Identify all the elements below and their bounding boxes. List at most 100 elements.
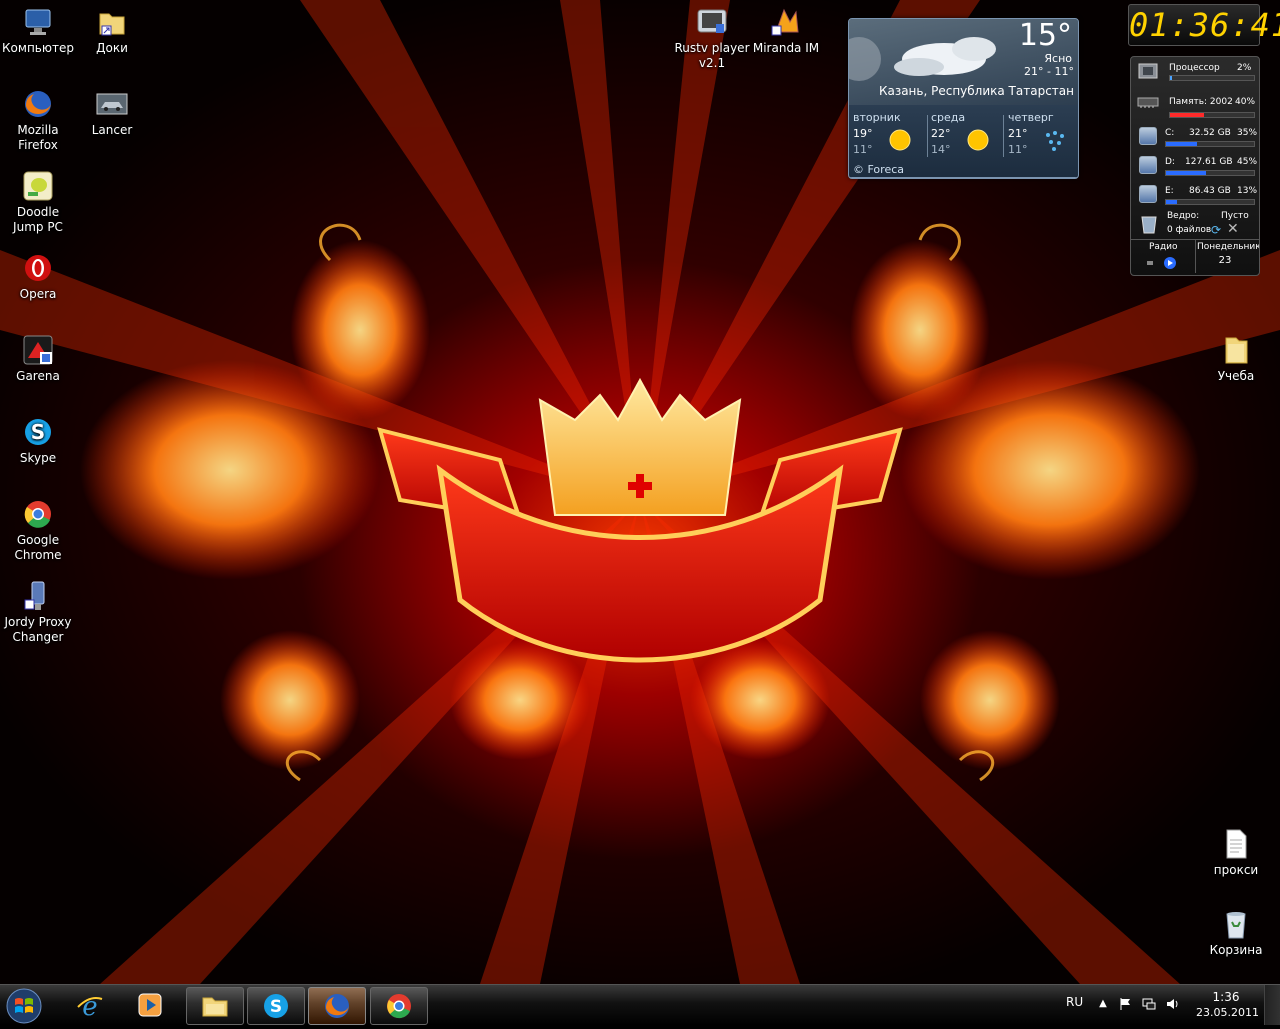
bin-state: Пусто <box>1221 211 1249 221</box>
weather-provider[interactable]: © Foreca <box>853 163 904 176</box>
desktop-icon-label: Lancer <box>91 123 133 137</box>
digital-clock-gadget[interactable]: 01:36:41 <box>1128 4 1280 46</box>
forecast-day-name: четверг <box>1008 111 1054 124</box>
day-number: 23 <box>1218 255 1232 266</box>
desktop-icon-computer[interactable]: Компьютер <box>0 6 76 56</box>
desktop-icon-label: Доки <box>96 41 128 55</box>
drive-bar-fill <box>1166 200 1178 204</box>
weather-condition: Ясно <box>1044 52 1072 65</box>
desktop-icon-ucheba[interactable]: Учеба <box>1198 334 1274 384</box>
desktop-icon-lancer[interactable]: Lancer <box>74 88 150 138</box>
sun-icon <box>967 129 989 151</box>
text-file-icon <box>1220 828 1252 860</box>
bin-label: Ведро: <box>1167 211 1200 221</box>
tv-player-icon <box>696 6 728 38</box>
desktop-icon-label: Doodle Jump PC <box>13 205 63 234</box>
doodle-jump-icon <box>22 170 54 202</box>
language-indicator[interactable]: RU <box>1066 995 1083 1009</box>
show-desktop-button[interactable] <box>1264 985 1280 1025</box>
taskbar-firefox-button[interactable] <box>308 987 366 1025</box>
sun-icon <box>889 129 911 151</box>
skype-icon: S <box>264 994 288 1018</box>
radio-stop-icon[interactable] <box>1147 261 1153 265</box>
forecast-high: 19° <box>853 127 873 140</box>
cpu-bar-fill <box>1170 76 1172 80</box>
forecast-day: среда 22° 14° <box>931 111 1007 157</box>
desktop-icon-garena[interactable]: Garena <box>0 334 76 384</box>
weather-gadget[interactable]: 15° Ясно 21° - 11° Казань, Республика Та… <box>848 18 1079 179</box>
svg-text:e: e <box>82 992 97 1019</box>
weather-city: Казань, Республика Татарстан <box>878 84 1074 98</box>
desktop-icon-chrome[interactable]: Google Chrome <box>0 498 76 563</box>
action-center-flag-icon[interactable] <box>1118 997 1132 1011</box>
taskbar-ie-button[interactable]: e <box>62 987 118 1023</box>
forecast-day: четверг 21° 11° <box>1008 111 1078 157</box>
forecast-high: 21° <box>1008 127 1028 140</box>
desktop-icon-label: Корзина <box>1209 943 1263 957</box>
cpu-bar <box>1169 75 1255 81</box>
drive-bar-fill <box>1166 171 1206 175</box>
desktop-icon-skype[interactable]: S Skype <box>0 416 76 466</box>
start-button[interactable] <box>4 987 44 1025</box>
desktop-icon-label: Garena <box>16 369 60 383</box>
taskbar-explorer-button[interactable] <box>186 987 244 1025</box>
recycle-bin-icon <box>1141 216 1157 234</box>
drive-percent: 35% <box>1237 128 1258 138</box>
memory-icon <box>1137 97 1159 108</box>
memory-bar <box>1169 112 1255 118</box>
desktop-icon-docs[interactable]: Доки <box>74 6 150 56</box>
desktop-icon-proxy-file[interactable]: прокси <box>1198 828 1274 878</box>
weather-banner: 15° Ясно 21° - 11° Казань, Республика Та… <box>849 19 1078 105</box>
refresh-icon[interactable]: ⟳ <box>1211 223 1221 237</box>
internet-explorer-icon: e <box>77 992 103 1019</box>
system-monitor-gadget[interactable]: Процессор 2% Память: 2002 40% C: 32.52 G… <box>1130 56 1260 276</box>
desktop-icon-recycle-bin[interactable]: Корзина <box>1198 908 1274 958</box>
show-hidden-icons-button[interactable]: ▲ <box>1096 997 1110 1011</box>
miranda-icon <box>770 6 802 38</box>
desktop-icon-label: Skype <box>19 451 57 465</box>
drive-size: 127.61 GB <box>1185 157 1233 167</box>
svg-text:S: S <box>270 997 282 1017</box>
cpu-value: 2% <box>1237 63 1252 73</box>
computer-icon <box>22 6 54 38</box>
drive-size: 32.52 GB <box>1189 128 1231 138</box>
weekday-label: Понедельник <box>1197 242 1259 252</box>
forecast-day-name: среда <box>931 111 966 124</box>
memory-value: 40% <box>1235 97 1256 107</box>
desktop-icon-firefox[interactable]: Mozilla Firefox <box>0 88 76 153</box>
taskbar-skype-button[interactable]: S <box>247 987 305 1025</box>
drive-icon <box>1139 127 1157 145</box>
network-icon[interactable] <box>1142 997 1156 1011</box>
forecast-divider <box>927 115 928 157</box>
drive-percent: 45% <box>1237 157 1258 167</box>
desktop-icon-label: Miranda IM <box>752 41 820 55</box>
folder-shortcut-icon <box>96 6 128 38</box>
drive-bar <box>1165 199 1255 205</box>
cpu-icon <box>1138 63 1158 79</box>
chrome-icon <box>387 994 411 1019</box>
media-player-icon <box>138 993 162 1017</box>
desktop-icon-label: прокси <box>1213 863 1259 877</box>
cpu-label: Процессор <box>1169 63 1220 73</box>
taskbar-chrome-button[interactable] <box>370 987 428 1025</box>
forecast-high: 22° <box>931 127 951 140</box>
weather-footer-line <box>849 177 1078 178</box>
drive-icon <box>1139 185 1157 203</box>
desktop-icon-miranda[interactable]: Miranda IM <box>748 6 824 56</box>
empty-bin-icon[interactable]: ✕ <box>1227 221 1239 237</box>
volume-icon[interactable] <box>1166 997 1180 1011</box>
recycle-bin-icon <box>1220 908 1252 940</box>
desktop-icon-doodle-jump[interactable]: Doodle Jump PC <box>0 170 76 235</box>
desktop-icon-proxy-changer[interactable]: Jordy Proxy Changer <box>0 580 76 645</box>
drive-bar-fill <box>1166 142 1197 146</box>
desktop-icon-label: Учеба <box>1217 369 1255 383</box>
drive-letter: D: <box>1165 157 1175 167</box>
taskbar-media-player-button[interactable] <box>122 987 178 1023</box>
desktop-icon-label: Google Chrome <box>14 533 62 562</box>
desktop-icon-rustv-player[interactable]: Rustv player v2.1 <box>674 6 750 71</box>
radio-play-icon[interactable] <box>1163 256 1177 270</box>
taskbar-clock-time[interactable]: 1:36 <box>1196 990 1256 1004</box>
taskbar-clock-date[interactable]: 23.05.2011 <box>1196 1006 1259 1019</box>
bin-file-count: 0 файлов <box>1167 225 1212 235</box>
desktop-icon-opera[interactable]: Opera <box>0 252 76 302</box>
